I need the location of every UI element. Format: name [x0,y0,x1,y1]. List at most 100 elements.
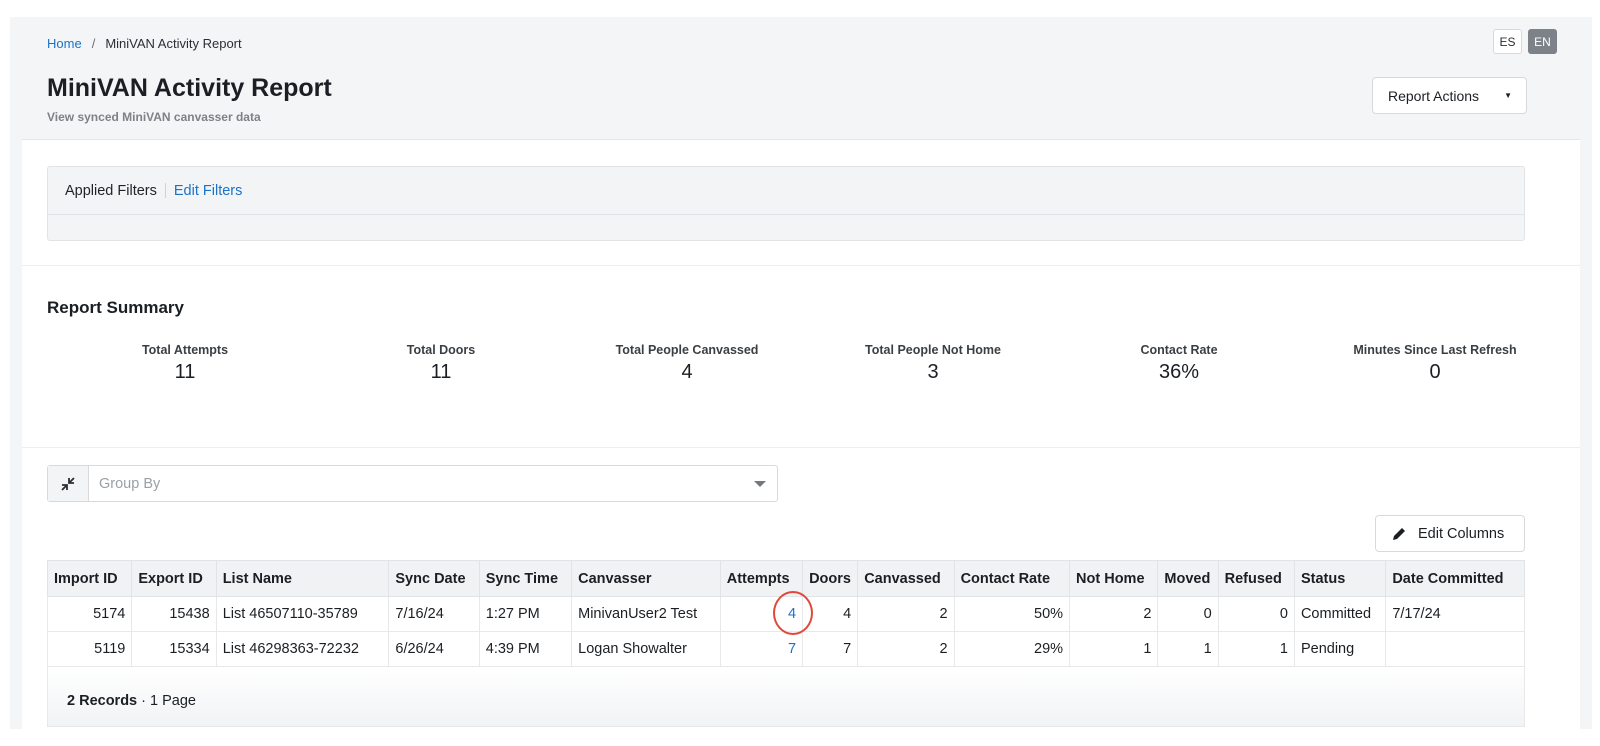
stat-value: 4 [681,361,693,383]
stat-label: Contact Rate [1140,343,1218,357]
pencil-icon [1393,527,1405,540]
cell-canvasser: MinivanUser2 Test [571,596,721,632]
applied-filters-box: Applied Filters Edit Filters [47,166,1525,241]
table-row: 5119 15334 List 46298363-72232 6/26/24 4… [46,631,1525,667]
stat-label: Total People Not Home [865,343,1001,357]
activity-table: Import ID Export ID List Name Sync Date … [46,560,1525,667]
page-count: 1 Page [150,693,196,709]
language-switcher: ES EN [1493,29,1557,54]
col-sync-time[interactable]: Sync Time [478,560,573,597]
col-import-id[interactable]: Import ID [46,560,133,597]
col-canvassed[interactable]: Canvassed [857,560,955,597]
col-status[interactable]: Status [1293,560,1387,597]
chevron-down-icon [754,481,766,487]
col-doors[interactable]: Doors [802,560,859,597]
cell-sync-date: 6/26/24 [388,631,480,667]
stat-value: 0 [1429,361,1441,383]
edit-filters-link[interactable]: Edit Filters [174,183,243,199]
cell-not-home: 2 [1069,596,1159,632]
stat-total-people-not-home: Total People Not Home 3 [823,343,1043,384]
col-list-name[interactable]: List Name [215,560,390,597]
col-moved[interactable]: Moved [1157,560,1219,597]
cell-refused: 1 [1217,631,1295,667]
table-footer: 2 Records · 1 Page [47,667,1525,727]
breadcrumb-separator: / [91,36,96,51]
breadcrumb-current: MiniVAN Activity Report [105,36,242,51]
col-canvasser[interactable]: Canvasser [571,560,721,597]
page-title: MiniVAN Activity Report [47,74,332,102]
highlight-circle [773,591,814,635]
group-by-select[interactable]: Group By [47,465,778,502]
breadcrumb: Home / MiniVAN Activity Report [47,36,242,51]
stat-contact-rate: Contact Rate 36% [1069,343,1289,384]
attempts-link[interactable]: 7 [788,641,796,657]
lang-es-button[interactable]: ES [1493,29,1522,54]
edit-columns-button[interactable]: Edit Columns [1375,515,1525,552]
cell-contact-rate: 29% [953,631,1071,667]
cell-not-home: 1 [1069,631,1159,667]
report-summary-title: Report Summary [47,298,184,317]
group-by-input[interactable]: Group By [89,466,777,501]
section-divider [22,447,1580,448]
stat-value: 36% [1158,361,1200,383]
cell-moved: 0 [1157,596,1219,632]
page-subtitle: View synced MiniVAN canvasser data [47,110,261,124]
summary-stats: Total Attempts 11 Total Doors 11 Total P… [47,343,1547,393]
applied-filters-label: Applied Filters [65,182,157,199]
cell-sync-date: 7/16/24 [388,596,480,632]
col-export-id[interactable]: Export ID [131,560,217,597]
table-row: 5174 15438 List 46507110-35789 7/16/24 1… [46,591,1525,635]
caret-down-icon: ▼ [1504,91,1512,100]
cell-contact-rate: 50% [953,596,1071,632]
cell-date-committed [1385,631,1525,667]
cell-list-name: List 46507110-35789 [215,596,390,632]
filters-divider [164,183,166,198]
report-actions-button[interactable]: Report Actions ▼ [1372,77,1527,114]
stat-total-attempts: Total Attempts 11 [75,343,295,384]
cell-refused: 0 [1217,596,1295,632]
stat-total-people-canvassed: Total People Canvassed 4 [577,343,797,384]
cell-export-id: 15438 [131,596,217,632]
section-divider [22,265,1580,266]
cell-import-id: 5174 [46,596,133,632]
records-count: 2 Records [67,693,138,709]
cell-moved: 1 [1157,631,1219,667]
col-date-committed[interactable]: Date Committed [1385,560,1525,597]
report-page: ES EN Home / MiniVAN Activity Report Min… [10,17,1592,729]
record-count: 2 Records · 1 Page [67,693,196,709]
cell-canvassed: 2 [857,631,955,667]
col-contact-rate[interactable]: Contact Rate [953,560,1071,597]
cell-status: Committed [1293,596,1387,632]
col-not-home[interactable]: Not Home [1069,560,1159,597]
cell-import-id: 5119 [46,631,133,667]
stat-label: Total People Canvassed [615,343,759,357]
collapse-button[interactable] [48,466,89,501]
stat-label: Total Doors [406,343,476,357]
cell-date-committed: 7/17/24 [1385,596,1525,632]
lang-en-button[interactable]: EN [1528,29,1557,54]
stat-total-doors: Total Doors 11 [331,343,551,384]
cell-list-name: List 46298363-72232 [215,631,390,667]
group-by-placeholder: Group By [99,475,161,492]
stat-value: 11 [430,361,452,383]
collapse-arrows-icon [61,476,75,491]
cell-doors: 7 [802,631,859,667]
breadcrumb-home-link[interactable]: Home [47,36,82,51]
cell-status: Pending [1293,631,1387,667]
edit-columns-label: Edit Columns [1418,525,1505,542]
report-panel: Applied Filters Edit Filters Report Summ… [22,139,1580,729]
cell-canvasser: Logan Showalter [571,631,721,667]
cell-canvassed: 2 [857,596,955,632]
stat-minutes-since-refresh: Minutes Since Last Refresh 0 [1325,343,1545,384]
stat-value: 11 [174,361,196,383]
footer-separator: · [141,693,146,709]
stat-label: Minutes Since Last Refresh [1353,343,1517,357]
cell-sync-time: 4:39 PM [478,631,573,667]
col-sync-date[interactable]: Sync Date [388,560,480,597]
cell-attempts: 4 [719,591,814,635]
cell-export-id: 15334 [131,631,217,667]
cell-sync-time: 1:27 PM [478,596,573,632]
stat-value: 3 [927,361,939,383]
report-actions-label: Report Actions [1388,87,1480,104]
col-refused[interactable]: Refused [1217,560,1295,597]
